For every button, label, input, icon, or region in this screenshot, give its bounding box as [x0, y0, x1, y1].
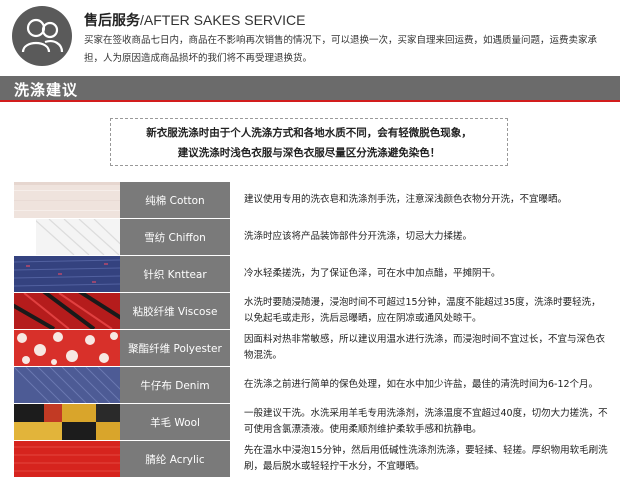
fabric-desc-text: 在洗涤之前进行简单的保色处理，如在水中加少许盐，最佳的清洗时间为6-12个月。	[244, 379, 599, 390]
fabric-row-chiffon: 雪纺 Chiffon 洗涤时应该将产品装饰部件分开洗涤，切忌大力揉搓。	[14, 219, 614, 255]
chiffon-swatch	[14, 219, 120, 255]
fabric-desc: 在洗涤之前进行简单的保色处理，如在水中加少许盐，最佳的清洗时间为6-12个月。	[244, 367, 610, 403]
fabric-label: 纯棉 Cotton	[120, 182, 230, 218]
fabric-desc-text: 洗涤时应该将产品装饰部件分开洗涤，切忌大力揉搓。	[244, 231, 473, 242]
fabric-row-acrylic: 腈纶 Acrylic 先在温水中浸泡15分钟，然后用低碱性洗涤剂洗涤，要轻揉、轻…	[14, 441, 614, 477]
fabric-desc: 建议使用专用的洗衣皂和洗涤剂手洗，注意深浅颜色衣物分开洗，不宜曝晒。	[244, 182, 610, 218]
fabric-row-wool: 羊毛 Wool 一般建议干洗。水洗采用羊毛专用洗涤剂，洗涤温度不宜超过40度，切…	[14, 404, 614, 440]
denim-swatch	[14, 367, 120, 403]
after-sales-title-en: /AFTER SAKES SERVICE	[140, 12, 306, 28]
after-sales-title-cn: 售后服务	[84, 13, 140, 29]
fabric-label: 牛仔布 Denim	[120, 367, 230, 403]
notice-line-1: 新衣服洗涤时由于个人洗涤方式和各地水质不同，会有轻微脱色现象，	[146, 127, 472, 139]
after-sales-section: 售后服务/AFTER SAKES SERVICE 买家在签收商品七日内，商品在不…	[0, 0, 620, 72]
fabric-row-knit: 针织 Knttear 冷水轻柔搓洗，为了保证色泽，可在水中加点醋，平摊阴干。	[14, 256, 614, 292]
fabric-desc: 洗涤时应该将产品装饰部件分开洗涤，切忌大力揉搓。	[244, 219, 610, 255]
fabric-label: 针织 Knttear	[120, 256, 230, 292]
fabric-label: 羊毛 Wool	[120, 404, 230, 440]
fabric-label: 粘胶纤维 Viscose	[120, 293, 230, 329]
fabric-label: 聚酯纤维 Polyester	[120, 330, 230, 366]
fabric-row-viscose: 粘胶纤维 Viscose 水洗时要随浸随漫，浸泡时间不可超过15分钟，温度不能超…	[14, 293, 614, 329]
fabric-desc-text: 水洗时要随浸随漫，浸泡时间不可超过15分钟，温度不能超过35度，洗涤时要轻洗，以…	[244, 297, 601, 324]
fabric-desc-text: 冷水轻柔搓洗，为了保证色泽，可在水中加点醋，平摊阴干。	[244, 268, 501, 279]
acrylic-swatch	[14, 441, 120, 477]
after-sales-text: 买家在签收商品七日内，商品在不影响再次销售的情况下，可以退换一次，买家自理来回运…	[84, 35, 598, 64]
fabric-desc: 一般建议干洗。水洗采用羊毛专用洗涤剂，洗涤温度不宜超过40度，切勿大力搓洗，不可…	[244, 404, 610, 440]
fabric-desc: 先在温水中浸泡15分钟，然后用低碱性洗涤剂洗涤，要轻揉、轻搓。厚织物用软毛刷洗刷…	[244, 441, 610, 477]
polyester-swatch	[14, 330, 120, 366]
section-header: 洗涤建议	[0, 76, 620, 102]
cotton-swatch	[14, 182, 120, 218]
fabric-row-denim: 牛仔布 Denim 在洗涤之前进行简单的保色处理，如在水中加少许盐，最佳的清洗时…	[14, 367, 614, 403]
viscose-swatch	[14, 293, 120, 329]
wool-swatch	[14, 404, 120, 440]
users-icon	[12, 6, 72, 66]
section-title: 洗涤建议	[14, 81, 79, 99]
fabric-desc-text: 因面料对热非常敏感，所以建议用温水进行洗涤，而浸泡时间不宜过长，不宜与深色衣物混…	[244, 334, 606, 361]
fabric-row-cotton: 纯棉 Cotton 建议使用专用的洗衣皂和洗涤剂手洗，注意深浅颜色衣物分开洗，不…	[14, 182, 614, 218]
fabric-desc: 冷水轻柔搓洗，为了保证色泽，可在水中加点醋，平摊阴干。	[244, 256, 610, 292]
fabric-label: 腈纶 Acrylic	[120, 441, 230, 477]
fabric-label: 雪纺 Chiffon	[120, 219, 230, 255]
after-sales-title: 售后服务/AFTER SAKES SERVICE	[84, 10, 305, 30]
notice-line-2: 建议洗涤时浅色衣服与深色衣服尽量区分洗涤避免染色！	[177, 147, 441, 159]
fabric-desc-text: 建议使用专用的洗衣皂和洗涤剂手洗，注意深浅颜色衣物分开洗，不宜曝晒。	[244, 194, 568, 205]
fabric-desc: 因面料对热非常敏感，所以建议用温水进行洗涤，而浸泡时间不宜过长，不宜与深色衣物混…	[244, 330, 610, 366]
fabric-desc: 水洗时要随浸随漫，浸泡时间不可超过15分钟，温度不能超过35度，洗涤时要轻洗，以…	[244, 293, 610, 329]
fabric-row-polyester: 聚酯纤维 Polyester 因面料对热非常敏感，所以建议用温水进行洗涤，而浸泡…	[14, 330, 614, 366]
washing-notice: 新衣服洗涤时由于个人洗涤方式和各地水质不同，会有轻微脱色现象， 建议洗涤时浅色衣…	[110, 118, 508, 166]
knit-swatch	[14, 256, 120, 292]
fabric-desc-text: 一般建议干洗。水洗采用羊毛专用洗涤剂，洗涤温度不宜超过40度，切勿大力搓洗，不可…	[244, 408, 608, 435]
fabric-desc-text: 先在温水中浸泡15分钟，然后用低碱性洗涤剂洗涤，要轻揉、轻搓。厚织物用软毛刷洗刷…	[244, 445, 608, 472]
